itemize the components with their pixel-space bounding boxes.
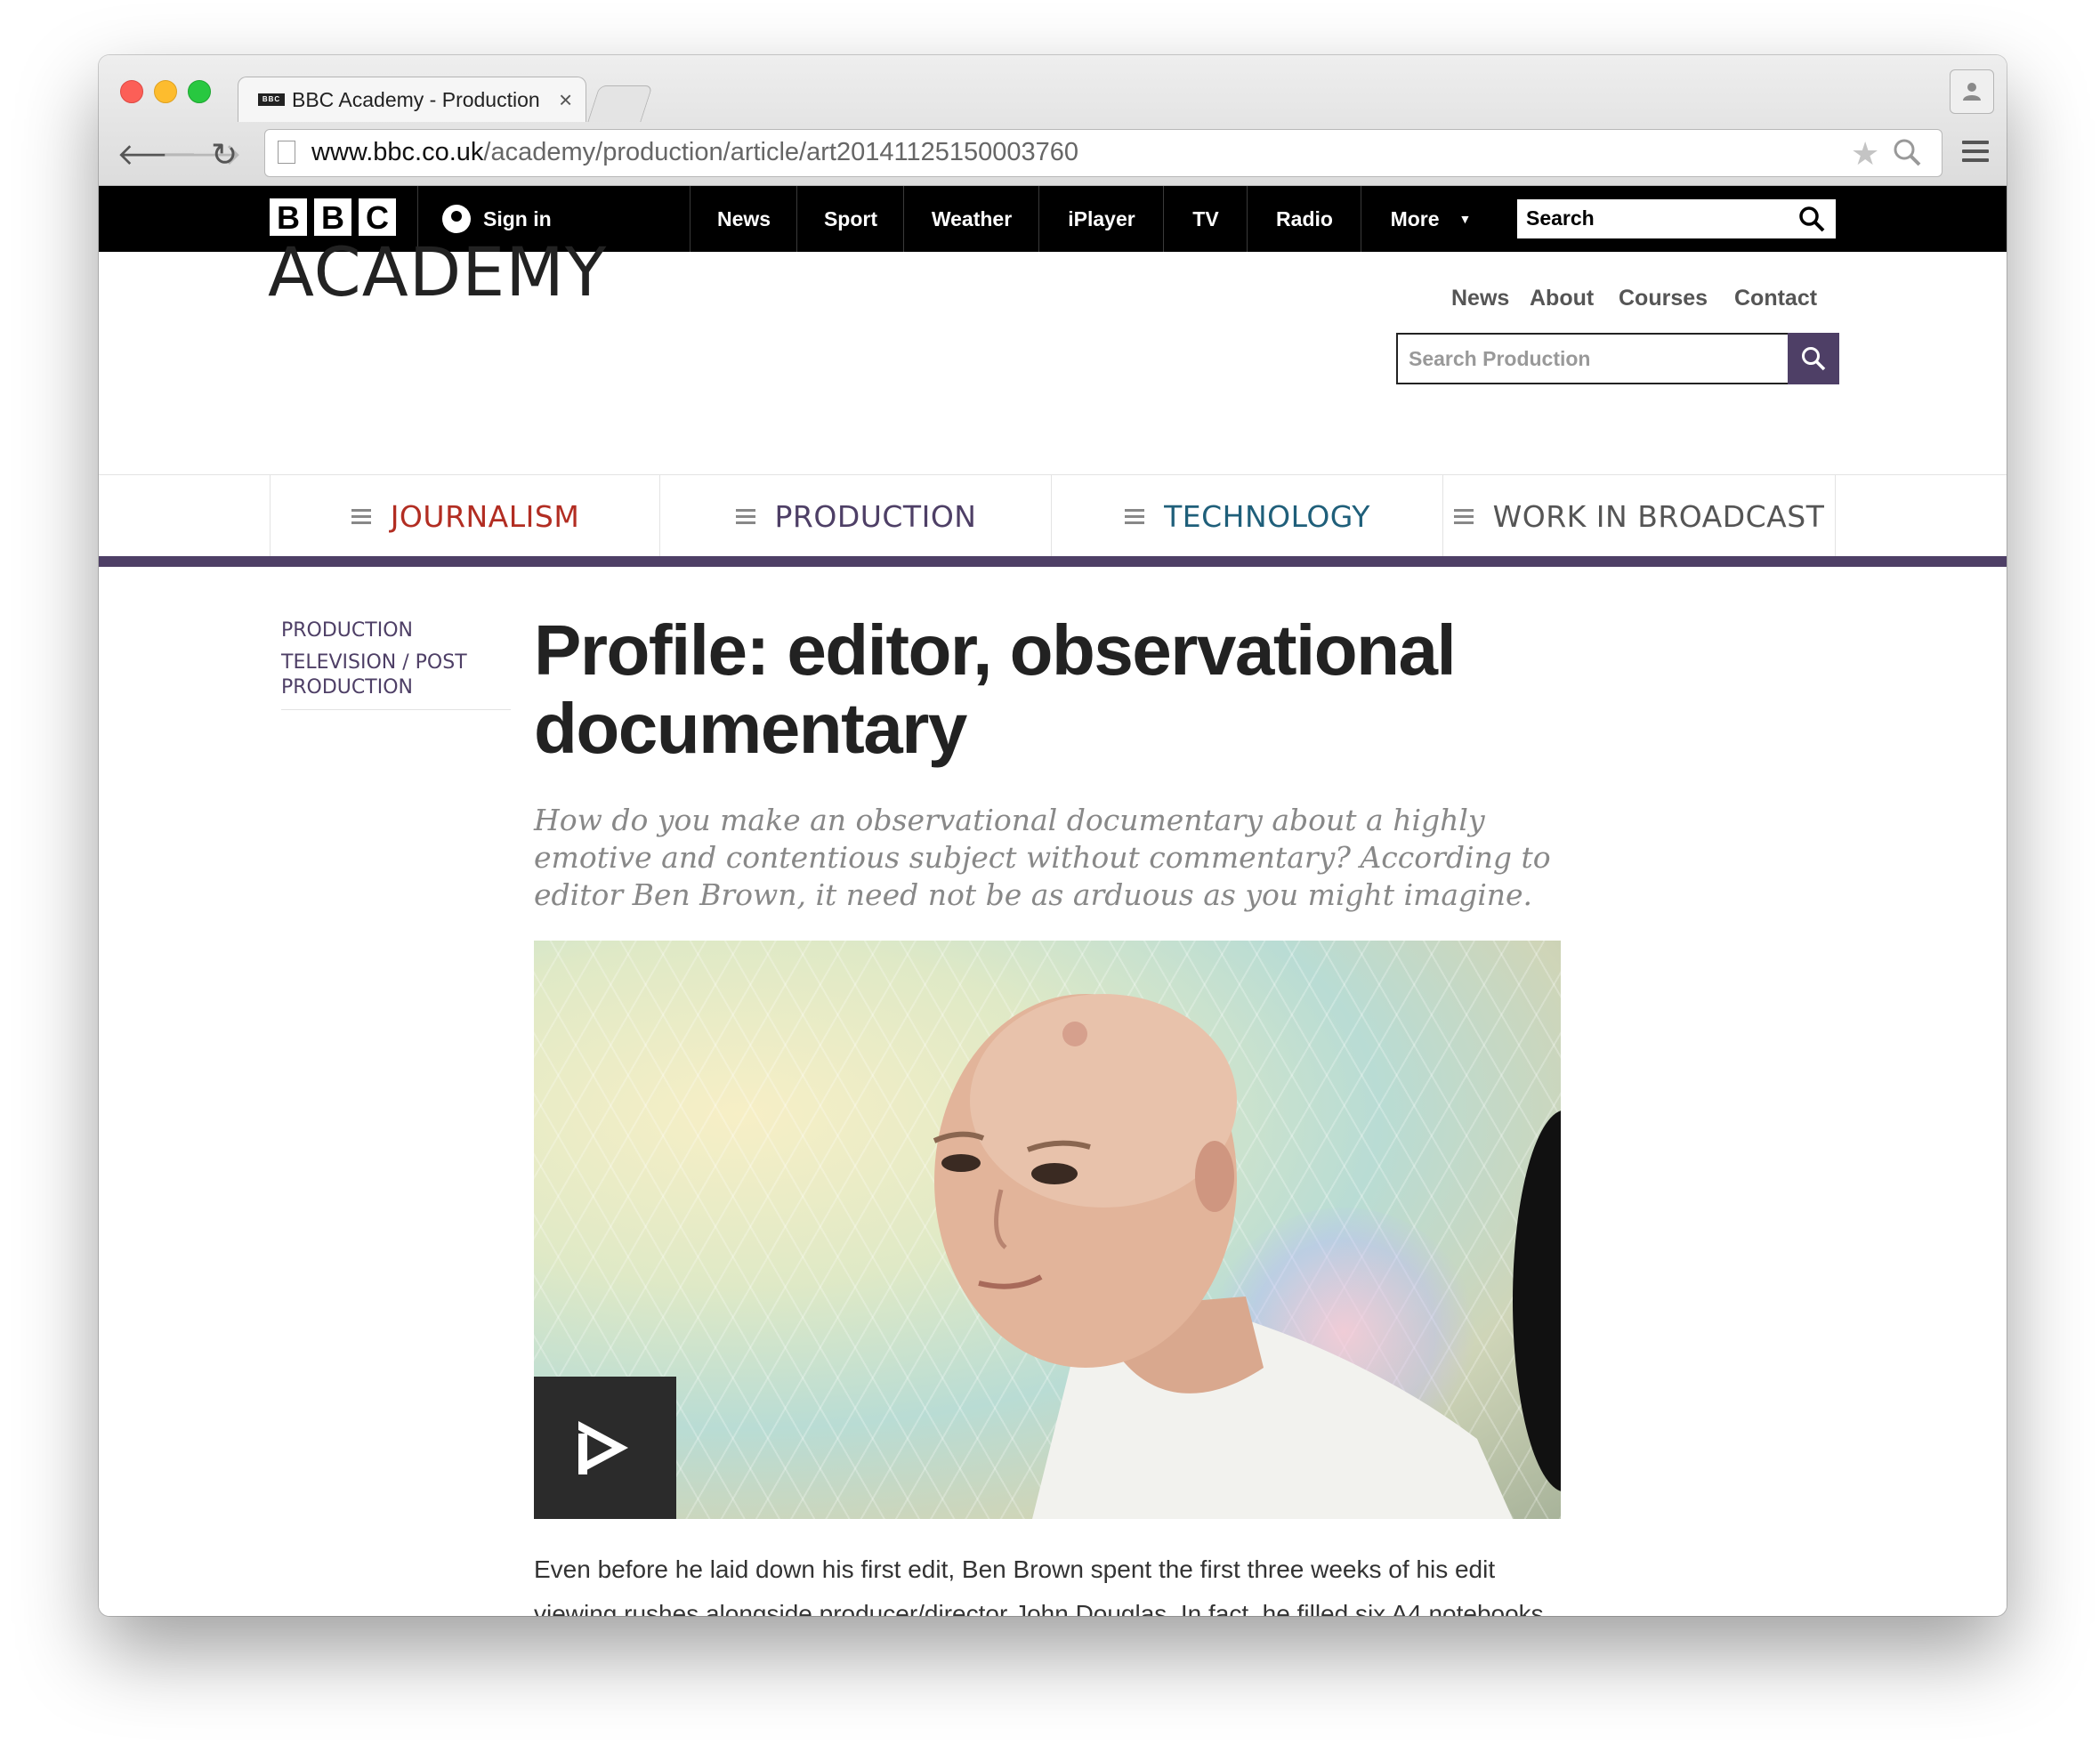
section-work-in-broadcast[interactable]: WORK IN BROADCAST — [1442, 475, 1836, 557]
global-search-input[interactable] — [1526, 206, 1784, 230]
browser-window: BBC BBC Academy - Production × 🡐 🡒 ↻ www… — [99, 55, 2007, 1616]
util-link-news[interactable]: News — [1451, 286, 1509, 311]
address-bar[interactable]: www.bbc.co.uk/academy/production/article… — [264, 129, 1942, 177]
bbc-logo-letter: C — [359, 198, 396, 236]
tab-close-icon[interactable]: × — [559, 86, 572, 114]
nav-more-label: More — [1390, 206, 1440, 230]
section-rule — [99, 556, 2007, 567]
article-standfirst: How do you make an observational documen… — [534, 803, 1551, 912]
section-label: WORK IN BROADCAST — [1492, 498, 1825, 534]
sign-in-label: Sign in — [483, 206, 552, 230]
profile-button[interactable] — [1950, 69, 1994, 114]
zoom-icon[interactable] — [1892, 137, 1922, 167]
url-host: www.bbc.co.uk — [311, 138, 484, 166]
article-headline: Profile: editor, observational documenta… — [534, 610, 1457, 768]
play-icon — [578, 1421, 628, 1474]
breadcrumb-television-post-production[interactable]: TELEVISION / POST PRODUCTION — [281, 650, 511, 700]
user-icon — [442, 205, 471, 233]
browser-chrome: BBC BBC Academy - Production × 🡐 🡒 ↻ www… — [99, 55, 2007, 186]
search-icon[interactable] — [1798, 206, 1825, 232]
production-search-button[interactable] — [1788, 333, 1839, 384]
breadcrumb-production[interactable]: PRODUCTION — [281, 618, 511, 643]
play-video-button[interactable] — [534, 1377, 676, 1519]
util-link-courses[interactable]: Courses — [1619, 286, 1708, 311]
nav-sport[interactable]: Sport — [796, 186, 904, 252]
page-icon — [278, 141, 295, 164]
section-journalism[interactable]: JOURNALISM — [270, 475, 660, 557]
hamburger-icon — [735, 505, 755, 528]
bbc-logo[interactable]: BBC — [270, 198, 403, 236]
search-icon — [1802, 347, 1826, 371]
hamburger-icon — [1125, 505, 1145, 528]
util-link-about[interactable]: About — [1530, 286, 1594, 311]
nav-tv[interactable]: TV — [1163, 186, 1248, 252]
hero-image[interactable] — [534, 941, 1561, 1519]
hamburger-icon — [1453, 505, 1474, 528]
close-window-button[interactable] — [120, 80, 143, 103]
production-search-input[interactable] — [1409, 347, 1773, 371]
user-icon — [1963, 83, 1981, 101]
zoom-window-button[interactable] — [188, 80, 211, 103]
nav-more[interactable]: More ▼ — [1361, 186, 1500, 252]
url-path: /academy/production/article/art201411251… — [483, 138, 1078, 166]
section-production[interactable]: PRODUCTION — [659, 475, 1052, 557]
caret-down-icon: ▼ — [1458, 212, 1472, 226]
nav-weather[interactable]: Weather — [903, 186, 1039, 252]
minimize-window-button[interactable] — [154, 80, 177, 103]
portrait-figure — [933, 994, 1513, 1519]
browser-tab[interactable]: BBC BBC Academy - Production × — [238, 77, 586, 122]
nav-iplayer[interactable]: iPlayer — [1038, 186, 1164, 252]
academy-logo[interactable]: ACADEMY — [268, 232, 607, 311]
section-technology[interactable]: TECHNOLOGY — [1051, 475, 1443, 557]
production-search-box[interactable] — [1396, 333, 1791, 384]
section-label: TECHNOLOGY — [1164, 498, 1370, 534]
url-text[interactable]: www.bbc.co.uk/academy/production/article… — [311, 138, 1078, 167]
menu-icon[interactable] — [1962, 141, 1989, 167]
bbc-favicon-icon: BBC — [258, 93, 285, 106]
breadcrumb: PRODUCTION TELEVISION / POST PRODUCTION — [281, 618, 511, 710]
bbc-logo-letter: B — [314, 198, 351, 236]
bookmark-star-icon[interactable]: ★ — [1851, 135, 1879, 173]
reload-icon[interactable]: ↻ — [211, 137, 238, 173]
nav-news[interactable]: News — [690, 186, 797, 252]
tab-title: BBC Academy - Production — [292, 88, 540, 111]
section-label: PRODUCTION — [774, 498, 977, 534]
util-link-contact[interactable]: Contact — [1734, 286, 1817, 311]
article-body-paragraph: Even before he laid down his first edit,… — [534, 1555, 1544, 1616]
section-nav: JOURNALISM PRODUCTION TECHNOLOGY WORK IN… — [99, 474, 2007, 557]
bbc-logo-letter: B — [270, 198, 307, 236]
new-tab-button[interactable] — [587, 85, 653, 122]
hamburger-icon — [351, 505, 371, 528]
section-label: JOURNALISM — [390, 498, 580, 534]
global-search-box[interactable] — [1517, 199, 1836, 238]
nav-radio[interactable]: Radio — [1247, 186, 1361, 252]
page-viewport: BBC Sign in News Sport Weather iPlayer T… — [99, 186, 2007, 1616]
